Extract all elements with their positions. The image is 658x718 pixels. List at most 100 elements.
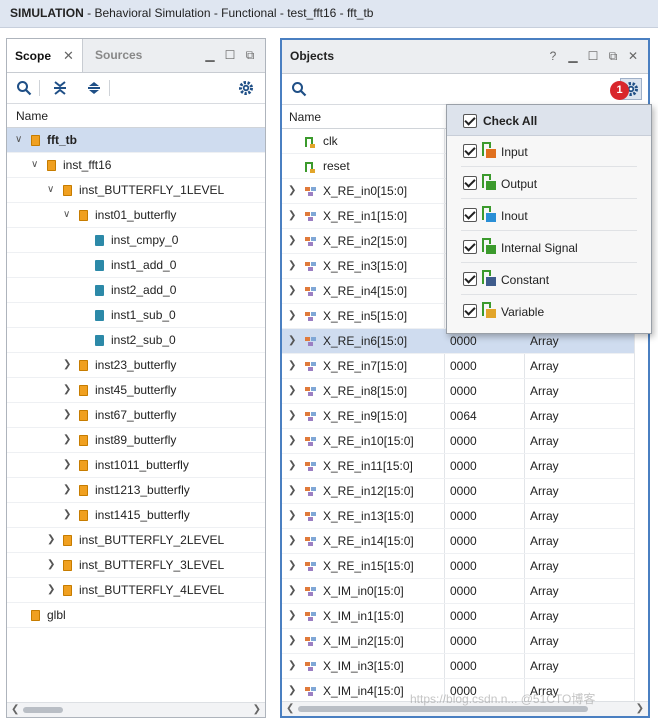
scope-tree-item[interactable]: ❯ inst1011_butterfly [7, 453, 265, 478]
chevron-right-icon[interactable]: ❯ [288, 235, 296, 246]
minimize-icon[interactable]: ▁ [566, 49, 580, 63]
object-row[interactable]: ❯ X_IM_in1[15:0] 0000 Array [282, 604, 634, 629]
chevron-right-icon[interactable]: ❯ [47, 559, 57, 571]
filter-option[interactable]: Constant [447, 264, 651, 295]
filter-checkbox[interactable] [463, 208, 477, 222]
object-row[interactable]: ❯ X_IM_in3[15:0] 0000 Array [282, 654, 634, 679]
gear-icon[interactable] [237, 79, 255, 97]
check-all-option[interactable]: Check All [447, 105, 651, 136]
object-row[interactable]: ❯ X_RE_in7[15:0] 0000 Array [282, 354, 634, 379]
object-row[interactable]: ❯ X_RE_in8[15:0] 0000 Array [282, 379, 634, 404]
filter-option[interactable]: Internal Signal [447, 232, 651, 263]
chevron-right-icon[interactable]: ❯ [63, 509, 73, 521]
object-row[interactable]: ❯ X_RE_in15[15:0] 0000 Array [282, 554, 634, 579]
scope-tree-item[interactable]: ❯ inst1213_butterfly [7, 478, 265, 503]
scope-tree-item[interactable]: inst1_add_0 [7, 253, 265, 278]
help-icon[interactable]: ? [546, 49, 560, 63]
collapse-all-icon[interactable] [51, 79, 69, 97]
tab-scope[interactable]: Scope ✕ [7, 39, 83, 72]
chevron-right-icon[interactable]: ❯ [63, 459, 73, 471]
restore-icon[interactable]: ☐ [586, 49, 600, 63]
filter-option[interactable]: Input [447, 136, 651, 167]
scope-tree-item[interactable]: inst2_add_0 [7, 278, 265, 303]
scope-tree-item[interactable]: ❯ inst89_butterfly [7, 428, 265, 453]
chevron-right-icon[interactable]: ❯ [288, 635, 296, 646]
expand-all-icon[interactable] [85, 79, 103, 97]
chevron-right-icon[interactable]: ❯ [288, 335, 296, 346]
chevron-right-icon[interactable]: ❯ [288, 610, 296, 621]
scope-horizontal-scrollbar[interactable]: ❮ ❯ [7, 702, 265, 717]
filter-option[interactable]: Variable [447, 296, 651, 327]
filter-option[interactable]: Inout [447, 200, 651, 231]
object-row[interactable]: ❯ X_IM_in0[15:0] 0000 Array [282, 579, 634, 604]
filter-checkbox[interactable] [463, 144, 477, 158]
restore-icon[interactable]: ☐ [223, 48, 237, 62]
check-all-checkbox[interactable] [463, 114, 477, 128]
chevron-right-icon[interactable]: ❯ [288, 660, 296, 671]
close-icon[interactable]: ✕ [626, 49, 640, 63]
scope-tree-item[interactable]: ∨ inst_fft16 [7, 153, 265, 178]
scope-tree-item[interactable]: inst_cmpy_0 [7, 228, 265, 253]
float-icon[interactable]: ⧉ [606, 49, 620, 63]
float-icon[interactable]: ⧉ [243, 48, 257, 62]
scope-tree-item[interactable]: ❯ inst_BUTTERFLY_2LEVEL [7, 528, 265, 553]
scope-tree-item[interactable]: ∨ inst01_butterfly [7, 203, 265, 228]
scope-tree-item[interactable]: inst2_sub_0 [7, 328, 265, 353]
filter-checkbox[interactable] [463, 304, 477, 318]
scope-tree-item[interactable]: ∨ fft_tb [7, 128, 265, 153]
scroll-thumb[interactable] [23, 707, 63, 713]
scope-tree-item[interactable]: glbl [7, 603, 265, 628]
chevron-right-icon[interactable]: ❯ [288, 410, 296, 421]
tab-sources[interactable]: Sources [87, 39, 150, 72]
chevron-right-icon[interactable]: ❯ [288, 360, 296, 371]
filter-option[interactable]: Output [447, 168, 651, 199]
chevron-right-icon[interactable]: ❯ [63, 359, 73, 371]
scope-tree-item[interactable]: ❯ inst23_butterfly [7, 353, 265, 378]
filter-checkbox[interactable] [463, 240, 477, 254]
chevron-right-icon[interactable]: ❯ [288, 585, 296, 596]
chevron-right-icon[interactable]: ❯ [288, 385, 296, 396]
chevron-right-icon[interactable]: ❯ [288, 285, 296, 296]
chevron-right-icon[interactable]: ❯ [288, 685, 296, 696]
search-icon[interactable] [290, 80, 308, 98]
scope-tree-item[interactable]: ❯ inst67_butterfly [7, 403, 265, 428]
scroll-left-icon[interactable]: ❮ [286, 703, 294, 714]
chevron-right-icon[interactable]: ❯ [63, 434, 73, 446]
object-row[interactable]: ❯ X_RE_in12[15:0] 0000 Array [282, 479, 634, 504]
object-row[interactable]: ❯ X_RE_in10[15:0] 0000 Array [282, 429, 634, 454]
scope-tree-item[interactable]: ❯ inst_BUTTERFLY_4LEVEL [7, 578, 265, 603]
scroll-right-icon[interactable]: ❯ [636, 703, 644, 714]
chevron-right-icon[interactable]: ❯ [63, 384, 73, 396]
scope-tree-item[interactable]: ∨ inst_BUTTERFLY_1LEVEL [7, 178, 265, 203]
chevron-right-icon[interactable]: ❯ [288, 560, 296, 571]
chevron-right-icon[interactable]: ❯ [288, 310, 296, 321]
chevron-right-icon[interactable]: ❯ [63, 409, 73, 421]
scroll-left-icon[interactable]: ❮ [11, 704, 19, 715]
object-row[interactable]: ❯ X_IM_in2[15:0] 0000 Array [282, 629, 634, 654]
search-icon[interactable] [15, 79, 33, 97]
chevron-down-icon[interactable]: ∨ [63, 209, 73, 221]
chevron-down-icon[interactable]: ∨ [47, 184, 57, 196]
scope-tree-item[interactable]: ❯ inst1415_butterfly [7, 503, 265, 528]
chevron-down-icon[interactable]: ∨ [31, 159, 41, 171]
object-row[interactable]: ❯ X_RE_in13[15:0] 0000 Array [282, 504, 634, 529]
object-row[interactable]: ❯ X_RE_in14[15:0] 0000 Array [282, 529, 634, 554]
object-row[interactable]: ❯ X_RE_in9[15:0] 0064 Array [282, 404, 634, 429]
minimize-icon[interactable]: ▁ [203, 48, 217, 62]
filter-checkbox[interactable] [463, 176, 477, 190]
chevron-right-icon[interactable]: ❯ [288, 535, 296, 546]
chevron-right-icon[interactable]: ❯ [47, 584, 57, 596]
chevron-right-icon[interactable]: ❯ [47, 534, 57, 546]
scope-tree-item[interactable]: inst1_sub_0 [7, 303, 265, 328]
chevron-right-icon[interactable]: ❯ [288, 210, 296, 221]
scroll-right-icon[interactable]: ❯ [253, 704, 261, 715]
scope-tree-item[interactable]: ❯ inst45_butterfly [7, 378, 265, 403]
chevron-right-icon[interactable]: ❯ [288, 435, 296, 446]
close-tab-icon[interactable]: ✕ [63, 48, 74, 63]
chevron-right-icon[interactable]: ❯ [288, 260, 296, 271]
scope-tree-item[interactable]: ❯ inst_BUTTERFLY_3LEVEL [7, 553, 265, 578]
chevron-right-icon[interactable]: ❯ [63, 484, 73, 496]
chevron-right-icon[interactable]: ❯ [288, 510, 296, 521]
object-row[interactable]: ❯ X_RE_in11[15:0] 0000 Array [282, 454, 634, 479]
filter-checkbox[interactable] [463, 272, 477, 286]
